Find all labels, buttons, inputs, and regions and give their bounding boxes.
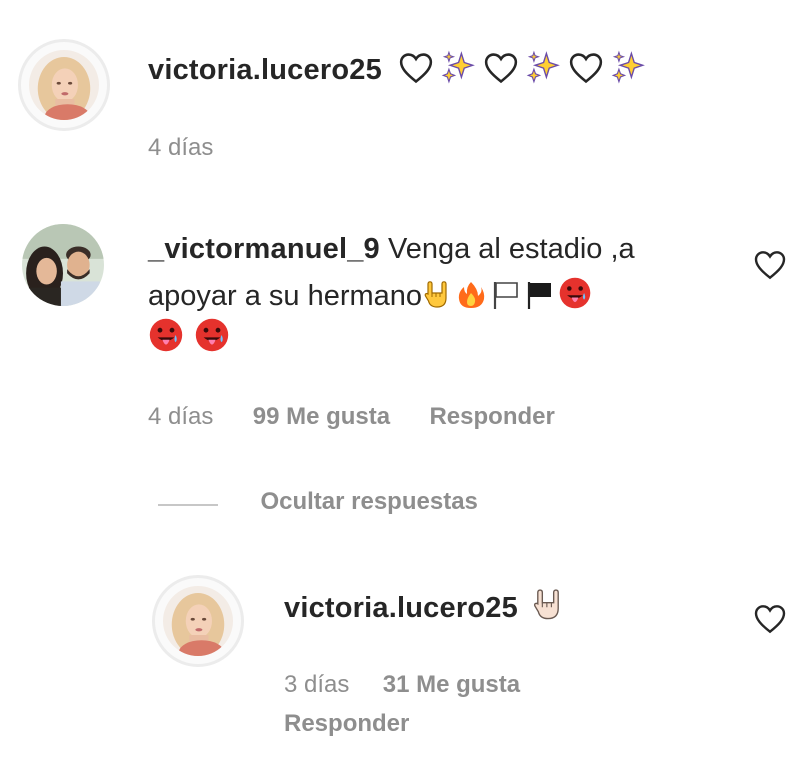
comment-time[interactable]: 4 días [148, 134, 213, 162]
avatar[interactable] [22, 224, 104, 306]
reply-body: victoria.lucero25 [284, 588, 569, 625]
like-heart-icon[interactable] [754, 250, 786, 280]
avatar-photo [29, 50, 99, 120]
comment-time[interactable]: 3 días [284, 671, 349, 698]
toggle-replies[interactable]: Ocultar respuestas [158, 488, 478, 516]
comment-body: victoria.lucero25 [148, 50, 649, 87]
avatar[interactable] [152, 575, 244, 667]
likes-count[interactable]: 99 Me gusta [253, 403, 390, 430]
white-heart-icon [569, 52, 603, 84]
hot-face-icon [148, 317, 184, 353]
black-flag-icon [524, 280, 554, 310]
reply-button[interactable]: Responder [284, 710, 409, 738]
hot-face-icon [558, 276, 592, 310]
comment-text: apoyar a su hermano [148, 280, 423, 312]
sparkles-icon [441, 50, 475, 84]
hot-face-icon [194, 317, 230, 353]
sparkles-icon [611, 50, 645, 84]
comment-username[interactable]: victoria.lucero25 [284, 592, 518, 624]
white-heart-icon [484, 52, 518, 84]
comment-username[interactable]: victoria.lucero25 [148, 54, 382, 86]
reply-meta: 3 días 31 Me gusta [284, 671, 520, 699]
comment-body: _victormanuel_9 Venga al estadio ,a apoy… [148, 226, 708, 363]
divider-line [158, 503, 218, 506]
comment-meta: 4 días 99 Me gusta Responder [148, 403, 555, 431]
white-heart-icon [399, 52, 433, 84]
comment-username[interactable]: _victormanuel_9 [148, 233, 380, 265]
like-heart-icon[interactable] [754, 604, 786, 634]
hide-replies-label[interactable]: Ocultar respuestas [260, 488, 477, 515]
likes-count[interactable]: 31 Me gusta [383, 671, 520, 698]
comment-text: Venga al estadio ,a [387, 233, 635, 265]
avatar[interactable] [18, 39, 110, 131]
comment-time[interactable]: 4 días [148, 403, 213, 430]
reply-button[interactable]: Responder [429, 403, 554, 430]
avatar-photo [163, 586, 233, 656]
sparkles-icon [526, 50, 560, 84]
avatar-photo [22, 224, 104, 306]
rock-hand-icon [422, 280, 452, 310]
rock-hand-icon [531, 588, 565, 622]
fire-icon [456, 280, 486, 310]
white-flag-icon [490, 280, 520, 310]
